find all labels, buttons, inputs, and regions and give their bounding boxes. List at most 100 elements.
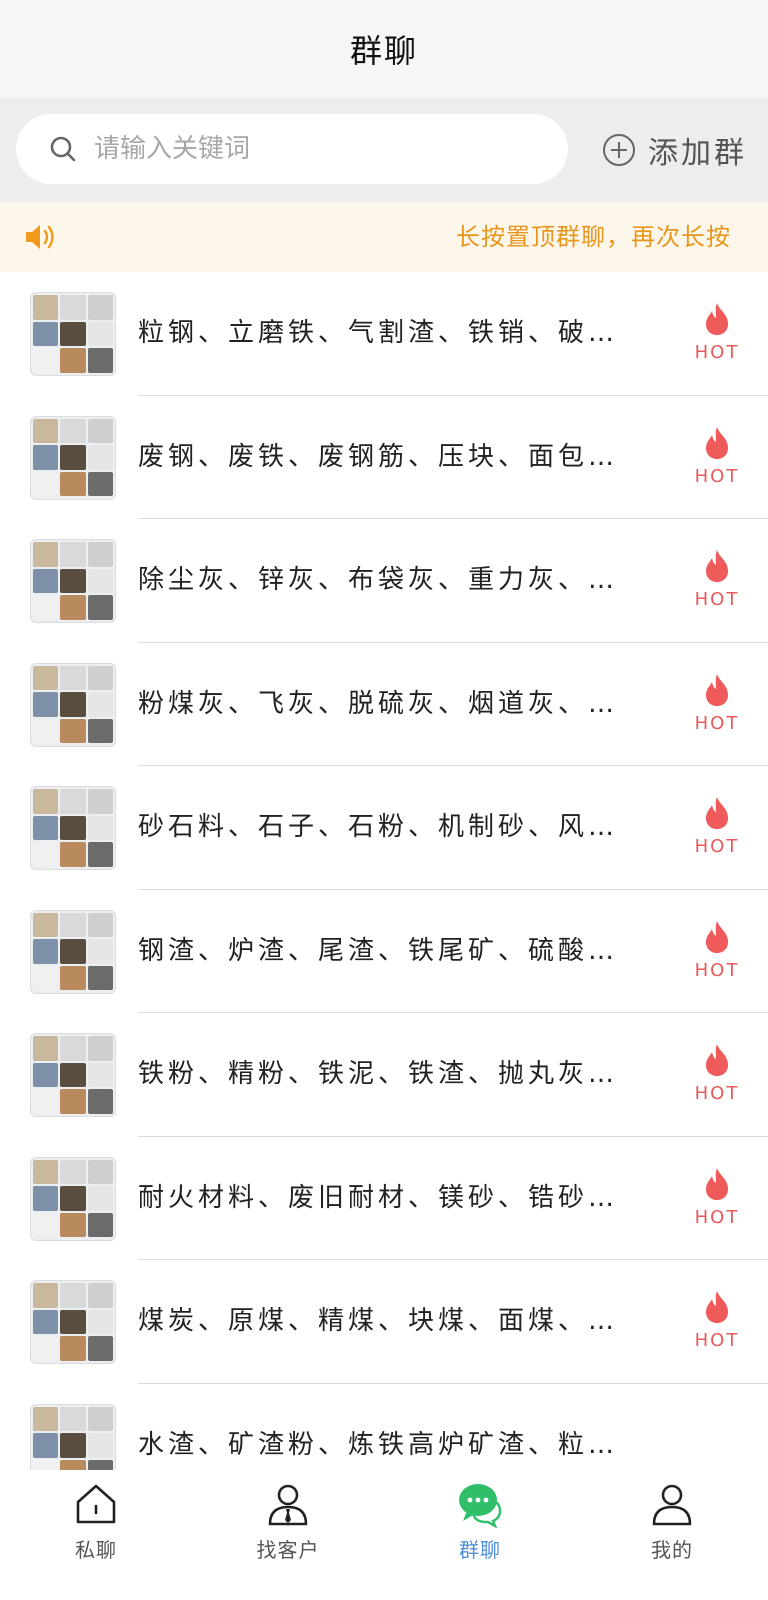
avatar-tile [33,1212,59,1238]
avatar-tile [87,718,113,744]
avatar-tile [60,965,86,991]
avatar-tile [60,692,86,717]
hot-badge: HOT [686,1290,748,1360]
group-name: 粉煤灰、飞灰、脱硫灰、烟道灰、… [138,688,619,719]
tab-label: 群聊 [459,1538,501,1562]
avatar-tile [60,939,86,964]
avatar-tile [87,665,113,691]
avatar-tile [60,665,86,691]
avatar-tile [60,471,86,497]
avatar-tile [87,542,113,567]
group-row[interactable]: 铁粉、精粉、铁泥、铁渣、抛丸灰… HOT [0,1013,768,1137]
avatar-tile [87,568,113,594]
home-icon [76,1484,116,1524]
group-name: 除尘灰、锌灰、布袋灰、重力灰、… [138,565,619,595]
avatar-tile [33,815,59,841]
avatar-tile [87,1309,113,1335]
group-avatar [30,539,116,623]
avatar-tile [33,965,59,991]
avatar-tile [60,1336,86,1361]
group-row[interactable]: 除尘灰、锌灰、布袋灰、重力灰、… HOT [0,519,768,643]
tab-label: 找客户 [256,1538,320,1562]
hot-badge: HOT [686,796,748,866]
avatar-tile [33,471,59,497]
flame-icon [706,1291,728,1323]
group-row[interactable]: 废钢、废铁、废钢筋、压块、面包… HOT [0,396,768,519]
group-name: 耐火材料、废旧耐材、镁砂、锆砂… [138,1182,619,1213]
flame-icon [706,550,728,582]
avatar-tile [87,445,113,470]
group-list: 粒钢、立磨铁、气割渣、铁销、破… HOT 废钢、废铁、废钢筋、压块、面包… HOT 除尘… [0,272,768,1507]
avatar-tile [33,418,59,444]
search-box[interactable] [16,114,568,184]
avatar-tile [60,1186,86,1211]
avatar-tile [60,815,86,841]
avatar-tile [33,568,59,594]
avatar-tile [60,295,86,320]
speaker-icon [26,225,54,249]
avatar-tile [60,1089,86,1114]
hot-label: HOT [694,589,740,610]
tab-label: 私聊 [75,1538,117,1562]
avatar-tile [33,321,59,347]
tab-find-customer[interactable]: 找客户 [192,1470,384,1600]
hot-badge: HOT [686,302,748,372]
tab-private-chat[interactable]: 私聊 [0,1470,192,1600]
avatar-tile [33,1406,59,1432]
avatar-tile [60,1159,86,1185]
avatar-tile [87,1159,113,1185]
avatar-tile [87,1062,113,1088]
group-row[interactable]: 粉煤灰、飞灰、脱硫灰、烟道灰、… HOT [0,643,768,766]
avatar-tile [87,965,113,991]
notice-marquee: 长按置顶群聊，再次长按 [456,202,748,272]
avatar-tile [87,595,113,620]
avatar-tile [33,912,59,938]
group-name: 粒钢、立磨铁、气割渣、铁销、破… [138,318,619,348]
avatar-tile [33,665,59,691]
avatar-tile [87,692,113,717]
group-avatar [30,292,116,376]
avatar-tile [33,1089,59,1114]
group-avatar [30,1280,116,1364]
group-row[interactable]: 钢渣、炉渣、尾渣、铁尾矿、硫酸… HOT [0,890,768,1013]
group-name: 钢渣、炉渣、尾渣、铁尾矿、硫酸… [138,935,619,966]
tab-group-chat[interactable]: 群聊 [384,1470,576,1600]
avatar-tile [33,842,59,867]
person-icon [652,1484,692,1526]
avatar-tile [87,789,113,814]
hot-label: HOT [694,836,740,857]
group-row[interactable]: 耐火材料、废旧耐材、镁砂、锆砂… HOT [0,1137,768,1260]
group-row[interactable]: 粒钢、立磨铁、气割渣、铁销、破… HOT [0,272,768,396]
hot-label: HOT [694,1330,740,1351]
notice-text: 长按置顶群聊，再次长按 [456,223,731,251]
avatar-tile [33,1433,59,1458]
avatar-tile [60,542,86,567]
hot-badge: HOT [686,1167,748,1237]
avatar-tile [60,1036,86,1061]
flame-icon [706,303,728,335]
avatar-tile [60,445,86,470]
hot-label: HOT [694,465,740,487]
avatar-tile [60,1212,86,1238]
avatar-tile [87,1406,113,1432]
group-row[interactable]: 砂石料、石子、石粉、机制砂、风… HOT [0,766,768,890]
group-row[interactable]: 煤炭、原煤、精煤、块煤、面煤、… HOT [0,1260,768,1384]
add-group-button[interactable]: 添加群 [602,128,747,172]
avatar-tile [60,595,86,620]
tab-me[interactable]: 我的 [576,1470,768,1600]
avatar-tile [60,912,86,938]
hot-badge: HOT [686,549,748,619]
hot-label: HOT [694,712,740,734]
search-input[interactable] [92,133,516,165]
plus-circle-icon [603,134,635,166]
avatar-tile [60,1309,86,1335]
avatar-tile [33,1186,59,1211]
avatar-tile [87,815,113,841]
tab-label: 我的 [651,1538,693,1562]
flame-icon [706,1167,728,1200]
avatar-tile [87,1089,113,1114]
avatar-tile [87,1336,113,1361]
avatar-tile [33,718,59,744]
avatar-tile [87,471,113,497]
hot-badge: HOT [686,673,748,743]
